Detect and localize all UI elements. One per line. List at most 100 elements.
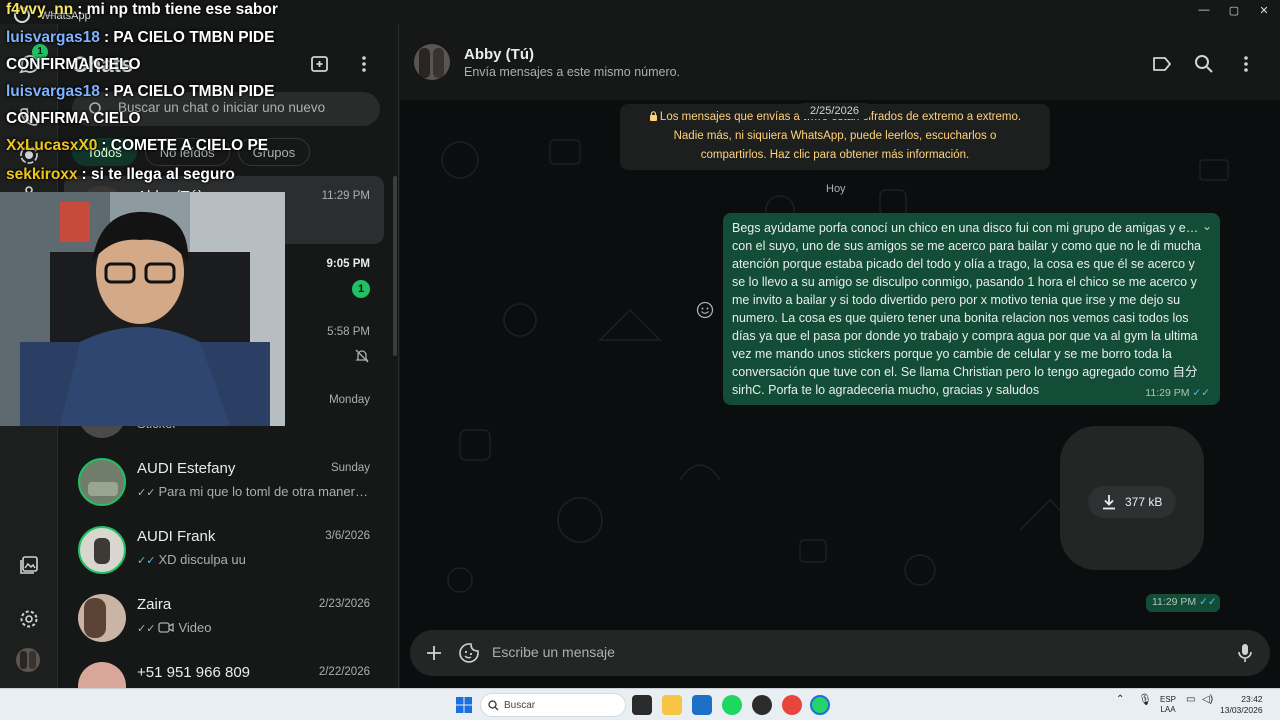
- minimize-button[interactable]: —: [1194, 4, 1214, 18]
- stream-chat-overlay: f4vvy_nn: mi np tmb tiene ese sabor luis…: [0, 0, 300, 190]
- message-options-chevron-icon[interactable]: ⌄: [1202, 217, 1212, 235]
- keyboard-layout: LAA: [1160, 705, 1176, 714]
- stream-chat-user: sekkiroxx: [6, 166, 78, 183]
- avatar: [78, 458, 126, 506]
- delivered-ticks-icon: ✓✓: [137, 487, 156, 499]
- stream-chat-message: : si te llega al seguro: [81, 166, 235, 183]
- system-clock[interactable]: 23:42 13/03/2026: [1220, 694, 1263, 716]
- outgoing-message-bubble[interactable]: Begs ayúdame porfa conocí un chico en un…: [723, 213, 1220, 405]
- file-explorer-icon[interactable]: [662, 695, 682, 715]
- chat-preview: ✓✓ Para mi que lo toml de otra manera ...: [137, 484, 369, 499]
- menu-kebab-icon[interactable]: [1234, 52, 1258, 76]
- chat-row-zaira[interactable]: Zaira 2/23/2026 ✓✓ Video: [64, 584, 384, 652]
- microphone-icon[interactable]: [1236, 642, 1254, 664]
- chat-time: 2/23/2026: [318, 598, 370, 610]
- read-ticks-icon: ✓✓: [1199, 596, 1217, 608]
- chat-preview-text: Para mi que lo toml de otra manera ...: [158, 484, 369, 499]
- taskbar-search[interactable]: Buscar: [480, 693, 626, 717]
- read-ticks-icon: ✓✓: [137, 555, 156, 567]
- chat-preview: ✓✓ XD disculpa uu: [137, 552, 369, 567]
- network-icon[interactable]: ▭: [1186, 695, 1195, 705]
- chrome-icon[interactable]: [782, 695, 802, 715]
- spotify-icon[interactable]: [722, 695, 742, 715]
- new-chat-icon[interactable]: [308, 52, 332, 76]
- webcam-overlay: [0, 192, 285, 426]
- unread-badge: 1: [352, 280, 370, 298]
- chat-time: Monday: [329, 394, 370, 406]
- task-view-icon[interactable]: [632, 695, 652, 715]
- download-button[interactable]: 377 kB: [1088, 486, 1176, 518]
- chat-row-phone[interactable]: +51 951 966 809 2/22/2026: [64, 652, 384, 688]
- chat-time: 9:05 PM: [326, 258, 370, 270]
- contact-status: Envía mensajes a este mismo número.: [464, 65, 681, 79]
- delivered-ticks-icon: ✓✓: [137, 623, 156, 635]
- message-meta: 11:29 PM ✓✓: [1145, 384, 1210, 402]
- volume-icon[interactable]: ◁): [1202, 695, 1213, 705]
- windows-start-icon[interactable]: [454, 695, 474, 715]
- clock-time: 23:42: [1241, 694, 1263, 704]
- chat-list-scrollbar[interactable]: [393, 176, 397, 356]
- message-time: 11:29 PM: [1152, 596, 1197, 608]
- stream-chat-user: luisvargas18: [6, 29, 100, 46]
- chat-row-audi-estefany[interactable]: AUDI Estefany Sunday ✓✓ Para mi que lo to…: [64, 448, 384, 516]
- chat-time: 11:29 PM: [321, 190, 370, 202]
- conversation-header[interactable]: Abby (Tú) Envía mensajes a este mismo nú…: [400, 24, 1280, 100]
- obs-icon[interactable]: [752, 695, 772, 715]
- store-icon[interactable]: [692, 695, 712, 715]
- stream-chat-message: : COMETE A CIELO PE: [101, 137, 269, 154]
- stream-chat-line: XxLucasxX0: COMETE A CIELO PE: [6, 132, 268, 159]
- language-code: ESP: [1160, 695, 1177, 704]
- day-divider: Hoy: [826, 183, 846, 195]
- taskbar-search-label: Buscar: [504, 700, 536, 711]
- stream-chat-message: : mi np tmb tiene ese sabor: [77, 1, 278, 18]
- settings-gear-icon[interactable]: [18, 608, 40, 630]
- stream-chat-line: sekkiroxx: si te llega al seguro: [6, 161, 235, 188]
- menu-kebab-icon[interactable]: [352, 52, 376, 76]
- file-size: 377 kB: [1125, 495, 1163, 509]
- chat-preview: ✓✓ Video: [137, 620, 369, 635]
- search-icon[interactable]: [1192, 52, 1216, 76]
- chat-time: 2/22/2026: [318, 666, 370, 678]
- media-gallery-icon[interactable]: [18, 554, 40, 576]
- close-button[interactable]: ✕: [1254, 4, 1274, 18]
- stream-chat-user: XxLucasxX0: [6, 137, 98, 154]
- language-indicator[interactable]: ESP LAA: [1160, 695, 1176, 715]
- stream-chat-user: luisvargas18: [6, 83, 100, 100]
- chat-row-audi-frank[interactable]: AUDI Frank 3/6/2026 ✓✓ XD disculpa uu: [64, 516, 384, 584]
- muted-bell-icon: [355, 349, 369, 363]
- floating-date-chip: 2/25/2026: [798, 103, 871, 119]
- contact-avatar[interactable]: [414, 44, 450, 80]
- chat-name: +51 951 966 809: [137, 664, 251, 681]
- video-camera-icon: [158, 622, 175, 633]
- stream-chat-user: f4vvy_nn: [6, 1, 74, 18]
- chat-name: AUDI Estefany: [137, 460, 236, 477]
- search-icon: [488, 700, 499, 711]
- avatar: [78, 662, 126, 688]
- conversation-panel: Abby (Tú) Envía mensajes a este mismo nú…: [400, 24, 1280, 688]
- avatar: [78, 594, 126, 642]
- message-input[interactable]: [492, 644, 1192, 660]
- message-text: Begs ayúdame porfa conocí un chico en un…: [732, 221, 1202, 397]
- whatsapp-taskbar-icon[interactable]: [810, 695, 830, 715]
- windows-taskbar: Buscar ⌃ 🎙 ESP LAA ▭ ◁) 23:42 13/03/2026: [0, 688, 1280, 720]
- chat-time: Sunday: [330, 462, 370, 474]
- sticker-emoji-icon[interactable]: [458, 642, 480, 664]
- file-message-meta: 11:29 PM ✓✓: [1146, 594, 1220, 612]
- tray-overflow-chevron-icon[interactable]: ⌃: [1116, 695, 1124, 705]
- microphone-tray-icon[interactable]: 🎙: [1138, 695, 1152, 706]
- download-icon: [1103, 495, 1115, 510]
- attach-plus-icon[interactable]: [424, 643, 444, 663]
- chat-preview-text: XD disculpa uu: [158, 552, 246, 567]
- profile-avatar[interactable]: [16, 648, 40, 672]
- emoji-react-icon[interactable]: [696, 301, 714, 319]
- stream-chat-line: f4vvy_nn: mi np tmb tiene ese sabor: [6, 0, 278, 23]
- label-tag-icon[interactable]: [1150, 52, 1174, 76]
- stream-chat-line: luisvargas18: PA CIELO TMBN PIDE CONFIRM…: [6, 78, 296, 132]
- maximize-button[interactable]: ▢: [1224, 4, 1244, 18]
- read-ticks-icon: ✓✓: [1192, 387, 1210, 399]
- contact-name: Abby (Tú): [464, 46, 534, 63]
- lock-icon: [649, 111, 657, 121]
- chat-time: 5:58 PM: [327, 326, 370, 338]
- streamer-webcam-image: [0, 192, 285, 426]
- message-composer: [410, 630, 1270, 676]
